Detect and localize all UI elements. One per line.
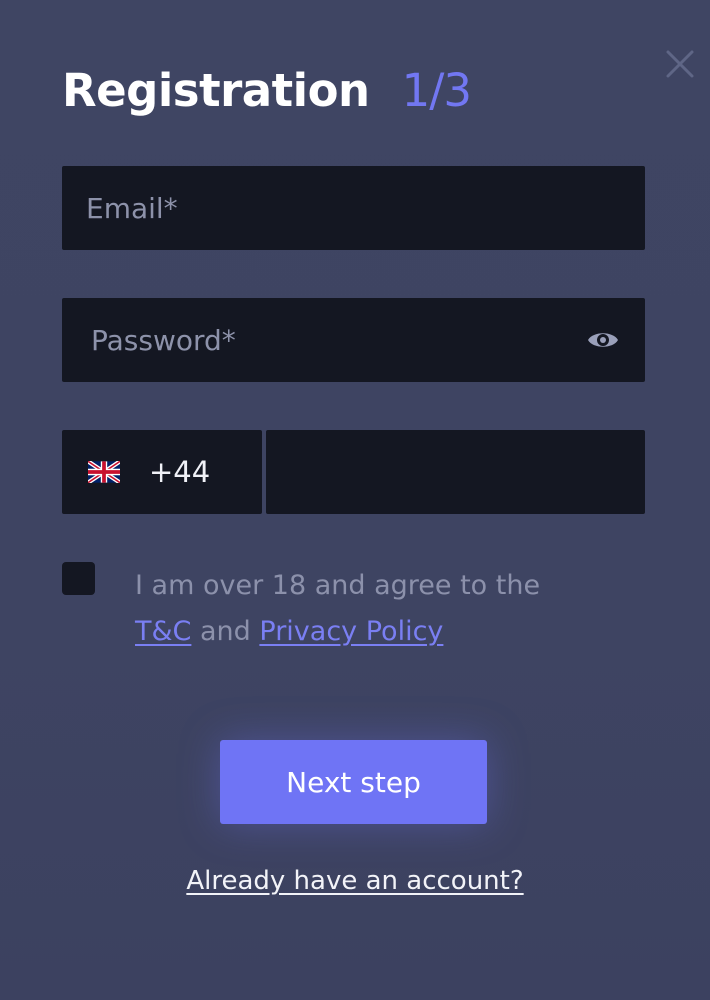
close-button[interactable] (663, 47, 697, 81)
show-password-button[interactable] (586, 325, 620, 355)
phone-field[interactable] (266, 430, 645, 514)
step-indicator: 1/3 (401, 64, 472, 117)
password-field-container (62, 298, 645, 382)
email-field[interactable] (62, 166, 645, 250)
consent-prefix: I am over 18 and agree to the (135, 570, 541, 601)
country-code: +44 (149, 455, 211, 489)
country-code-selector[interactable]: +44 (62, 430, 262, 514)
consent-and: and (200, 616, 251, 647)
page-title: Registration 1/3 (62, 64, 472, 128)
age-consent-checkbox[interactable] (62, 562, 95, 595)
eye-icon (588, 333, 618, 347)
title-text: Registration (62, 64, 370, 117)
phone-field-container (266, 430, 645, 514)
privacy-policy-link[interactable]: Privacy Policy (259, 616, 443, 647)
registration-modal: Registration 1/3 +44 I am over 18 and (0, 0, 710, 1000)
login-link[interactable]: Already have an account? (0, 866, 710, 896)
uk-flag-icon (88, 461, 120, 483)
next-step-button[interactable]: Next step (220, 740, 487, 824)
password-field[interactable] (62, 298, 645, 382)
close-icon (666, 50, 694, 78)
email-field-container (62, 166, 645, 250)
consent-text: I am over 18 and agree to the T&C and Pr… (135, 563, 625, 655)
terms-link[interactable]: T&C (135, 616, 191, 647)
